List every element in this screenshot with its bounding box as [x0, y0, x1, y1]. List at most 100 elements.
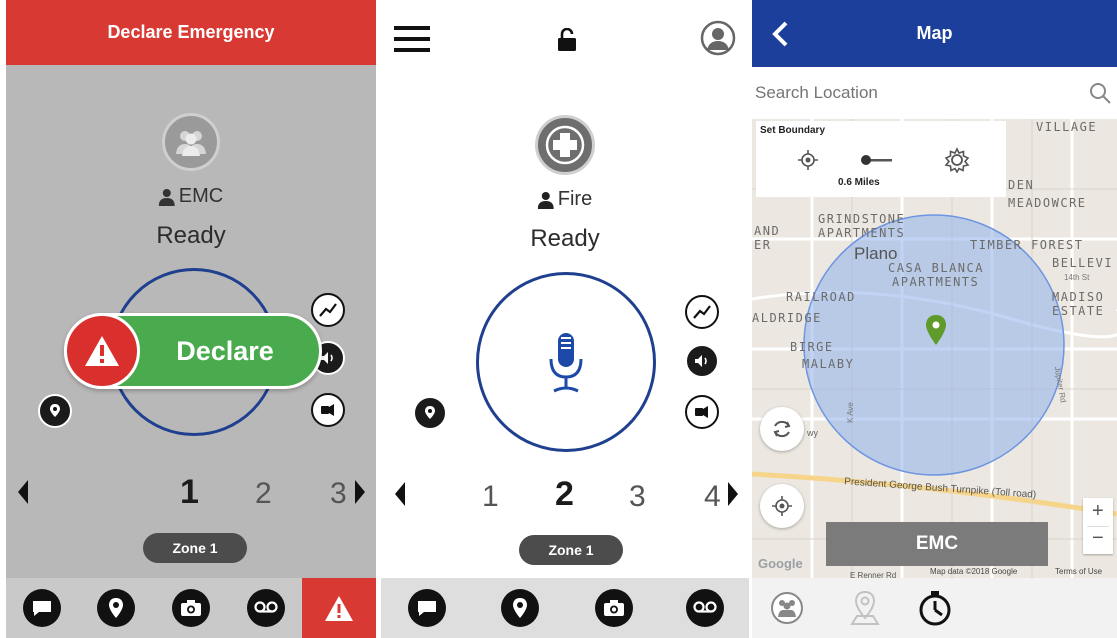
map-pin-tab[interactable] — [848, 590, 882, 631]
zoom-controls: + − — [1083, 498, 1113, 554]
map-label: ER — [754, 238, 772, 252]
location-pin-icon — [513, 598, 527, 618]
message-button[interactable] — [23, 589, 61, 627]
zone-number-1[interactable]: 1 — [180, 473, 199, 512]
map-attribution: Map data ©2018 Google — [930, 567, 1018, 576]
map-label: MALABY — [802, 357, 855, 371]
signal-button[interactable] — [311, 293, 345, 327]
crosshair-icon — [798, 150, 818, 170]
voicemail-icon — [254, 601, 278, 613]
map-label: AND — [754, 224, 781, 238]
set-boundary-card: Set Boundary 0.6 Miles — [756, 121, 1006, 197]
stopwatch-button[interactable] — [918, 590, 952, 631]
group-button[interactable] — [770, 591, 804, 630]
map-label: GRINDSTONE — [818, 212, 906, 226]
refresh-button[interactable] — [760, 407, 804, 451]
map-label: RAILROAD — [786, 290, 856, 304]
hamburger-menu-icon — [394, 26, 430, 52]
bottom-nav-bar — [381, 578, 749, 638]
location-filter-button[interactable] — [38, 394, 72, 428]
speaker-icon — [321, 404, 334, 416]
message-button[interactable] — [408, 589, 446, 627]
emergency-warning-icon — [325, 595, 353, 621]
voicemail-button[interactable] — [686, 589, 724, 627]
microphone-icon — [549, 333, 583, 393]
zone-number-4[interactable]: 4 — [704, 480, 721, 514]
search-input[interactable] — [755, 83, 1075, 103]
zone-number-2[interactable]: 2 — [555, 475, 574, 514]
boundary-slider[interactable] — [860, 153, 892, 171]
camera-icon — [604, 600, 624, 616]
person-icon — [537, 191, 554, 209]
zone-next-arrow[interactable] — [726, 480, 740, 513]
camera-button[interactable] — [172, 589, 210, 627]
zone-number-3[interactable]: 3 — [330, 477, 347, 511]
center-location-button[interactable] — [797, 149, 819, 176]
boundary-settings-button[interactable] — [944, 147, 970, 178]
location-filter-button[interactable] — [413, 396, 447, 430]
speaker-button[interactable] — [685, 395, 719, 429]
signal-icon — [693, 305, 711, 319]
group-icon — [771, 592, 803, 624]
hamburger-menu-button[interactable] — [394, 26, 430, 57]
profile-button[interactable] — [700, 20, 736, 61]
profile-icon — [700, 20, 736, 56]
boundary-title: Set Boundary — [760, 125, 826, 136]
map-pin-icon — [850, 590, 880, 625]
zone-name: Zone 1 — [548, 542, 594, 558]
map-label: MEADOWCRE — [1008, 196, 1087, 210]
my-location-icon — [772, 496, 792, 516]
map-label: 14th St — [1064, 273, 1090, 282]
map-bottom-bar — [752, 578, 1117, 638]
zone-number-2[interactable]: 2 — [255, 477, 272, 511]
group-icon — [162, 113, 220, 171]
map-label: K Ave — [845, 402, 855, 423]
speaker-icon — [695, 406, 708, 418]
zoom-in-button[interactable]: + — [1092, 500, 1104, 523]
terms-link[interactable]: Terms of Use — [1055, 567, 1102, 576]
back-button[interactable] — [770, 20, 790, 53]
zoom-out-button[interactable]: − — [1092, 527, 1104, 550]
my-location-button[interactable] — [760, 484, 804, 528]
declare-emergency-screen: Declare Emergency EMC Ready Declare 1 2 — [6, 0, 376, 638]
push-to-talk-button[interactable] — [476, 272, 656, 452]
zone-number-3[interactable]: 3 — [629, 480, 646, 514]
voicemail-icon — [693, 601, 717, 613]
zone-number-1[interactable]: 1 — [482, 480, 499, 514]
group-name: Fire — [537, 188, 592, 211]
zone-next-arrow[interactable] — [353, 478, 367, 511]
zone-prev-arrow[interactable] — [16, 478, 30, 511]
map-label: ALDRIDGE — [752, 311, 822, 325]
chevron-left-icon — [772, 21, 788, 47]
boundary-distance: 0.6 Miles — [838, 177, 880, 188]
group-name: EMC — [158, 185, 223, 208]
emc-button[interactable]: EMC — [826, 522, 1048, 566]
voicemail-button[interactable] — [247, 589, 285, 627]
search-icon — [1090, 83, 1111, 104]
message-icon — [33, 601, 51, 616]
map-label: CASA BLANCA — [888, 261, 984, 275]
zone-name-pill: Zone 1 — [519, 535, 623, 565]
location-button[interactable] — [97, 589, 135, 627]
zone-name-pill: Zone 1 — [143, 533, 247, 563]
volume-button[interactable] — [685, 344, 719, 378]
map-header: Map — [752, 0, 1117, 67]
map-label: BIRGE — [790, 340, 834, 354]
bottom-nav-bar — [6, 578, 376, 638]
search-button[interactable] — [1088, 81, 1112, 110]
map-label: ESTATE — [1052, 304, 1105, 318]
camera-button[interactable] — [595, 589, 633, 627]
status-text: Ready — [156, 222, 226, 249]
zone-prev-arrow[interactable] — [393, 480, 407, 513]
location-filter-icon — [50, 404, 60, 417]
lock-button[interactable] — [556, 27, 578, 57]
location-button[interactable] — [501, 589, 539, 627]
signal-button[interactable] — [685, 295, 719, 329]
search-location-bar[interactable] — [752, 67, 1117, 119]
map-label: BELLEVI — [1052, 256, 1114, 270]
map-label: APARTMENTS — [892, 275, 980, 289]
emergency-tab[interactable] — [302, 578, 376, 638]
header-title: Map — [916, 23, 953, 43]
speaker-button[interactable] — [311, 393, 345, 427]
boundary-circle — [803, 214, 1065, 476]
